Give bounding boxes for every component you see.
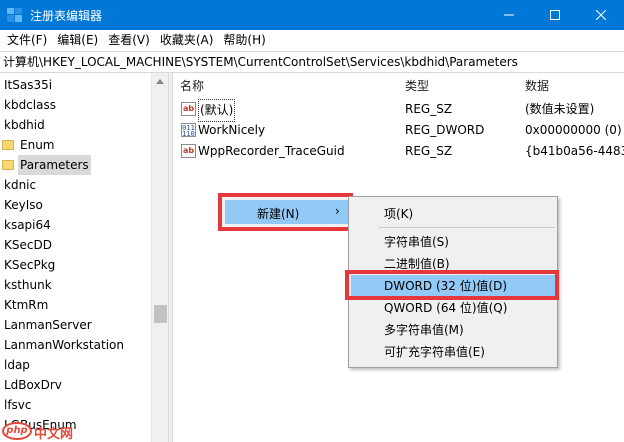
maximize-icon — [550, 10, 560, 20]
title-bar: 注册表编辑器 — [0, 0, 624, 30]
tree-scrollbar[interactable] — [151, 73, 168, 442]
menu-view[interactable]: 查看(V) — [103, 30, 155, 50]
menu-edit[interactable]: 编辑(E) — [52, 30, 103, 50]
submenu-separator — [379, 227, 555, 228]
string-value-icon: ab — [181, 102, 196, 116]
string-value-icon: ab — [181, 144, 196, 158]
submenu-item-expandable-string[interactable]: 可扩充字符串值(E) — [384, 342, 485, 362]
submenu-item-qword[interactable]: QWORD (64 位)值(Q) — [384, 298, 507, 318]
list-item[interactable]: 011 110 WorkNicely REG_DWORD 0x00000000 (… — [173, 120, 624, 141]
annotation-box-dword — [345, 270, 559, 300]
watermark: php 中文网 — [0, 420, 90, 442]
php-logo: php — [2, 422, 32, 440]
folder-icon — [2, 140, 14, 150]
submenu-item-string[interactable]: 字符串值(S) — [384, 232, 449, 252]
close-button[interactable] — [578, 0, 624, 30]
minimize-button[interactable] — [486, 0, 532, 30]
binary-value-icon: 011 110 — [181, 123, 196, 138]
list-header: 名称 类型 数据 — [173, 73, 624, 95]
column-header-data[interactable]: 数据 — [525, 77, 549, 94]
menu-bar: 文件(F) 编辑(E) 查看(V) 收藏夹(A) 帮助(H) — [0, 30, 624, 50]
list-item[interactable]: ab (默认) REG_SZ (数值未设置) — [173, 99, 624, 122]
close-icon — [596, 10, 606, 20]
minimize-icon — [504, 14, 514, 16]
list-item[interactable]: ab WppRecorder_TraceGuid REG_SZ {b41b0a5… — [173, 141, 624, 162]
column-header-name[interactable]: 名称 — [180, 77, 204, 94]
window-title: 注册表编辑器 — [30, 9, 103, 23]
submenu-item-multi-string[interactable]: 多字符串值(M) — [384, 320, 464, 340]
scroll-thumb[interactable] — [154, 305, 167, 323]
column-header-type[interactable]: 类型 — [405, 77, 429, 94]
folder-icon — [2, 160, 14, 170]
key-tree: ItSas35i kbdclass kbdhid Enum Parameters… — [0, 73, 168, 442]
scroll-up-icon[interactable] — [156, 79, 164, 84]
watermark-text: 中文网 — [34, 427, 74, 442]
maximize-button[interactable] — [532, 0, 578, 30]
registry-editor-icon — [7, 8, 22, 22]
menu-file[interactable]: 文件(F) — [2, 30, 52, 50]
annotation-box-new — [218, 193, 353, 231]
address-bar[interactable]: 计算机\HKEY_LOCAL_MACHINE\SYSTEM\CurrentCon… — [0, 51, 624, 73]
submenu-item-key[interactable]: 项(K) — [384, 204, 413, 224]
menu-help[interactable]: 帮助(H) — [218, 30, 270, 50]
menu-favorites[interactable]: 收藏夹(A) — [155, 30, 219, 50]
